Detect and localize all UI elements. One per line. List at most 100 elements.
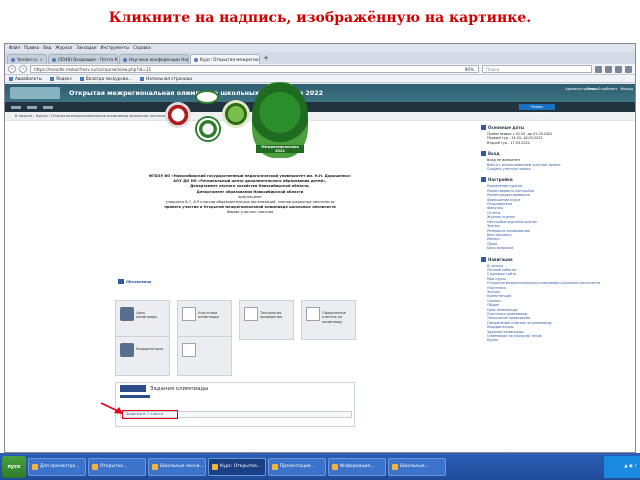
document-icon xyxy=(182,343,196,357)
block-title: Основные даты xyxy=(481,125,627,130)
block-title: Вход xyxy=(481,151,627,157)
bookmark-icon xyxy=(9,76,13,81)
taskbar-item[interactable]: Информация... xyxy=(328,457,386,476)
tasks-section: Задания олимпиады xyxy=(115,382,355,427)
tile-goal[interactable]: Цель олимпиады xyxy=(115,300,170,340)
block-link[interactable]: Создать учетную запись xyxy=(481,167,627,171)
tab-label: Научные конференции Новос... xyxy=(129,57,188,62)
taskbar-item[interactable]: Школьные... xyxy=(388,457,446,476)
tile-label: Технология проведения xyxy=(260,311,283,320)
tasks-title: Задания олимпиады xyxy=(150,385,209,392)
block-settings: Настройки Управление курсом Редактировать… xyxy=(481,177,627,250)
favicon-icon xyxy=(11,57,15,62)
tab-label: Курс: Открытая межрегиональ... xyxy=(200,57,259,62)
tile-label: Цель олимпиады xyxy=(136,311,158,320)
menu-tools[interactable]: Инструменты xyxy=(100,44,129,52)
tile-coordinators[interactable]: Координаторы xyxy=(115,336,170,376)
nav-item[interactable] xyxy=(11,105,21,109)
close-icon[interactable]: × xyxy=(40,55,43,64)
tasks-icon xyxy=(120,385,146,392)
taskbar-item[interactable]: Школьные лесни... xyxy=(148,457,206,476)
tree-logo-label: Межрегиональная 2022 xyxy=(256,145,304,153)
bookmark-item[interactable]: Авиабилеты xyxy=(9,76,42,81)
bookmark-item[interactable]: Яндекс xyxy=(49,76,72,81)
bookmark-item[interactable]: Начальная страница xyxy=(140,76,192,81)
menu-view[interactable]: Вид xyxy=(43,44,51,52)
taskbar-item[interactable]: Открытка... xyxy=(88,457,146,476)
taskbar-item-active[interactable]: Курс: Открытая... xyxy=(208,457,266,476)
taskbar-label: Школьные... xyxy=(400,463,429,469)
tile-document[interactable] xyxy=(177,336,232,376)
menu-icon[interactable] xyxy=(625,65,632,73)
forward-button[interactable]: › xyxy=(19,65,27,73)
calendar-icon xyxy=(481,125,486,130)
folder-icon xyxy=(92,463,98,470)
taskbar-item[interactable]: Презентация... xyxy=(268,457,326,476)
block-title-text: Основные даты xyxy=(488,125,525,130)
bookmark-label: Вологда экскурсии... xyxy=(85,76,133,81)
sidebar-link[interactable]: Банк вопросов xyxy=(481,246,627,250)
taskbar-item[interactable]: Для просмотра... xyxy=(28,457,86,476)
taskbar-label: Открытка... xyxy=(100,463,128,469)
browser-icon xyxy=(212,463,218,470)
tab-conferences[interactable]: Научные конференции Новос...× xyxy=(119,54,189,64)
taskbar-label: Презентация... xyxy=(280,463,315,469)
block-title: Настройки xyxy=(481,177,627,183)
folder-icon xyxy=(32,463,38,470)
tray-icons[interactable]: ▲ ◉ ♪ xyxy=(624,464,637,469)
tile-label: Участники олимпиады xyxy=(198,311,220,320)
block-title-text: Настройки xyxy=(488,177,513,183)
tile-participants[interactable]: Участники олимпиады xyxy=(177,300,232,340)
menu-help[interactable]: Справка xyxy=(133,44,151,52)
bookmark-star-icon[interactable] xyxy=(595,65,602,73)
user-links[interactable]: Личный кабинет · Выход xyxy=(586,87,633,91)
taskbar-label: Курс: Открытая... xyxy=(220,463,261,469)
block-line: Второй тур - 17.03.2022 xyxy=(487,140,530,145)
tab-label: (5048) Входящие - Почта M... xyxy=(58,57,118,62)
downloads-icon[interactable] xyxy=(605,65,612,73)
back-button[interactable]: ‹ xyxy=(8,65,16,73)
tab-mail[interactable]: (5048) Входящие - Почта M...× xyxy=(48,54,118,64)
navigation-bar: ‹ › https://moodle.mskocfresv.ru/cs/cour… xyxy=(5,64,635,75)
home-icon[interactable] xyxy=(615,65,622,73)
announcements-label: Объявления xyxy=(126,279,152,284)
zoom-level[interactable]: 90% xyxy=(465,66,478,72)
system-tray: ▲ ◉ ♪ xyxy=(604,455,640,478)
tile-process[interactable]: Технология проведения xyxy=(239,300,294,340)
windows-taskbar: пуск Для просмотра... Открытка... Школьн… xyxy=(0,453,640,480)
start-button[interactable]: пуск xyxy=(2,455,26,478)
tab-course[interactable]: Курс: Открытая межрегиональ...× xyxy=(190,54,260,64)
bookmark-icon xyxy=(49,76,54,81)
bookmark-item[interactable]: Вологда экскурсии... xyxy=(79,76,133,81)
address-bar[interactable]: https://moodle.mskocfresv.ru/cs/course/v… xyxy=(30,65,479,73)
nav-item[interactable] xyxy=(43,105,53,109)
bookmark-label: Начальная страница xyxy=(146,76,192,81)
coordinators-icon xyxy=(120,343,134,357)
menu-file[interactable]: Файл xyxy=(9,44,20,52)
search-input[interactable]: Поиск xyxy=(482,65,592,73)
text-line: Форма участия: заочная xyxy=(226,210,274,215)
site-logo[interactable] xyxy=(10,87,60,99)
tab-yandex[interactable]: Yandex.ru × xyxy=(7,54,47,64)
block-title: Навигация xyxy=(481,256,627,262)
course-logos: Межрегиональная 2022 xyxy=(160,82,330,162)
tab-strip: Yandex.ru× (5048) Входящие - Почта M...×… xyxy=(5,52,635,64)
tile-answers[interactable]: Оформление ответов на олимпиаду xyxy=(301,300,356,340)
tab-label: Yandex.ru xyxy=(17,57,38,62)
task-link-highlighted[interactable]: Задания 6-7 класса xyxy=(122,410,178,419)
favicon-icon xyxy=(123,57,127,62)
new-tab-button[interactable]: + xyxy=(261,54,271,64)
menu-edit[interactable]: Правка xyxy=(24,44,39,52)
nav-item[interactable] xyxy=(27,105,37,109)
menu-bookmarks[interactable]: Закладки xyxy=(76,44,96,52)
url-text: https://moodle.mskocfresv.ru/cs/course/v… xyxy=(34,67,152,72)
tasks-header: Задания олимпиады xyxy=(116,383,354,394)
block-title-text: Навигация xyxy=(488,256,513,262)
announcements-link[interactable]: Объявления xyxy=(118,279,151,284)
favicon-icon xyxy=(52,57,56,62)
folder-icon xyxy=(152,463,158,470)
right-sidebar: Основные даты Приём заявок с 01.02. до 0… xyxy=(475,121,633,452)
sidebar-link[interactable]: Курсы xyxy=(481,338,627,342)
menu-history[interactable]: Журнал xyxy=(55,44,72,52)
edit-mode-button[interactable]: Режим редактирования xyxy=(519,104,555,115)
